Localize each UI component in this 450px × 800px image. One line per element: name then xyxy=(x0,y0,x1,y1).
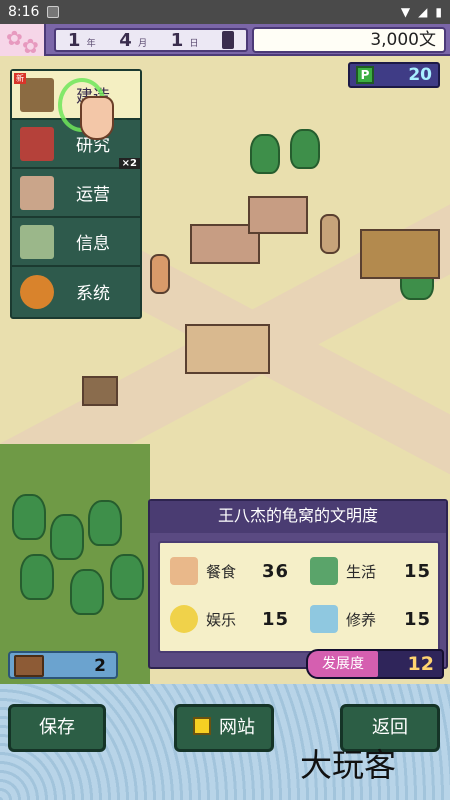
house-icon xyxy=(310,557,338,585)
watermark: 大玩客 xyxy=(300,746,397,784)
stat-value: 15 xyxy=(262,608,290,630)
stat-label: 生活 xyxy=(346,562,377,581)
stat-culture: 修养 15 xyxy=(310,605,430,633)
tree xyxy=(250,134,280,174)
tree xyxy=(50,514,84,560)
research-icon xyxy=(20,126,54,161)
storage-display[interactable]: 2 xyxy=(8,651,118,679)
month-unit: 月 xyxy=(138,38,148,49)
stat-label: 修养 xyxy=(346,610,377,629)
save-button-label: 保存 xyxy=(39,717,75,738)
tree xyxy=(12,494,46,540)
menu-item-label: 系统 xyxy=(76,284,110,304)
calendar-icon[interactable] xyxy=(222,31,235,49)
stat-label: 娱乐 xyxy=(206,610,237,629)
tree xyxy=(110,554,144,600)
money-display: 3,000文 xyxy=(252,27,446,53)
wifi-icon: ▼ xyxy=(400,5,411,19)
scroll-icon xyxy=(20,224,54,259)
pointing-hand-icon xyxy=(80,96,114,140)
book-icon xyxy=(310,605,338,633)
notification-icon xyxy=(47,6,60,18)
development-value: 12 xyxy=(407,653,434,675)
menu-item-operate[interactable]: 运营 xyxy=(12,169,140,218)
tree xyxy=(88,500,122,546)
stat-living: 生活 15 xyxy=(310,557,430,585)
new-badge: 新 xyxy=(14,73,26,84)
signboard[interactable] xyxy=(82,376,118,406)
points-icon: P xyxy=(356,66,374,84)
stat-food: 餐食 36 xyxy=(170,557,288,585)
sakura-decoration: ✿ ✿ xyxy=(0,24,46,58)
development-display: 发展度 12 xyxy=(306,649,444,679)
signal-icon: ◢ xyxy=(418,5,428,19)
warehouse[interactable] xyxy=(360,229,440,279)
save-button[interactable]: 保存 xyxy=(8,704,106,752)
chest-icon xyxy=(14,655,44,677)
multiplier-badge: ×2 xyxy=(118,158,140,169)
day-unit: 日 xyxy=(189,38,199,49)
website-button[interactable]: 网站 xyxy=(174,704,274,752)
menu-item-system[interactable]: 系统 xyxy=(12,267,140,316)
menu-item-label: 信息 xyxy=(76,234,110,254)
shop[interactable] xyxy=(185,324,270,374)
storage-value: 2 xyxy=(94,656,106,676)
development-label: 发展度 xyxy=(308,651,378,677)
month-value: 4 xyxy=(119,29,132,51)
smile-icon xyxy=(170,605,198,633)
food-icon xyxy=(170,557,198,585)
year-value: 1 xyxy=(67,29,81,51)
house[interactable] xyxy=(248,196,308,234)
date-display: 1 年 4 月 1 日 xyxy=(54,28,248,52)
top-bar: ✿ ✿ 1 年 4 月 1 日 3,000文 xyxy=(0,24,450,58)
civilization-title: 王八杰的龟窝的文明度 xyxy=(150,501,446,533)
menu-item-label: 运营 xyxy=(76,185,110,205)
civilization-panel: 王八杰的龟窝的文明度 餐食 36 生活 15 娱乐 15 修养 15 xyxy=(148,499,448,669)
stat-value: 36 xyxy=(262,560,290,582)
battery-icon: ▮ xyxy=(435,5,442,19)
points-display: P 20 xyxy=(348,62,440,88)
tree xyxy=(290,129,320,169)
menu-item-info[interactable]: 信息 xyxy=(12,218,140,267)
civilization-stats: 餐食 36 生活 15 娱乐 15 修养 15 xyxy=(158,541,440,653)
stat-entertainment: 娱乐 15 xyxy=(170,605,288,633)
status-time: 8:16 xyxy=(8,4,40,20)
year-unit: 年 xyxy=(86,38,96,49)
stat-label: 餐食 xyxy=(206,562,237,581)
operate-icon xyxy=(20,175,54,210)
gear-icon xyxy=(20,274,54,309)
villager[interactable] xyxy=(150,254,170,294)
tree xyxy=(70,569,104,615)
day-value: 1 xyxy=(170,29,184,51)
tree xyxy=(20,554,54,600)
mascot-icon xyxy=(193,717,211,735)
game-view[interactable]: ✿✿ 1 年 4 月 1 日 3,000文 P 20 新 建造 研究 ×2 运营 xyxy=(0,24,450,684)
back-button-label: 返回 xyxy=(372,717,408,738)
website-button-label: 网站 xyxy=(219,717,255,738)
stat-value: 15 xyxy=(404,608,432,630)
points-value: 20 xyxy=(408,65,432,85)
stat-value: 15 xyxy=(404,560,432,582)
villager[interactable] xyxy=(320,214,340,254)
status-bar: 8:16 ▼ ◢ ▮ xyxy=(0,0,450,24)
